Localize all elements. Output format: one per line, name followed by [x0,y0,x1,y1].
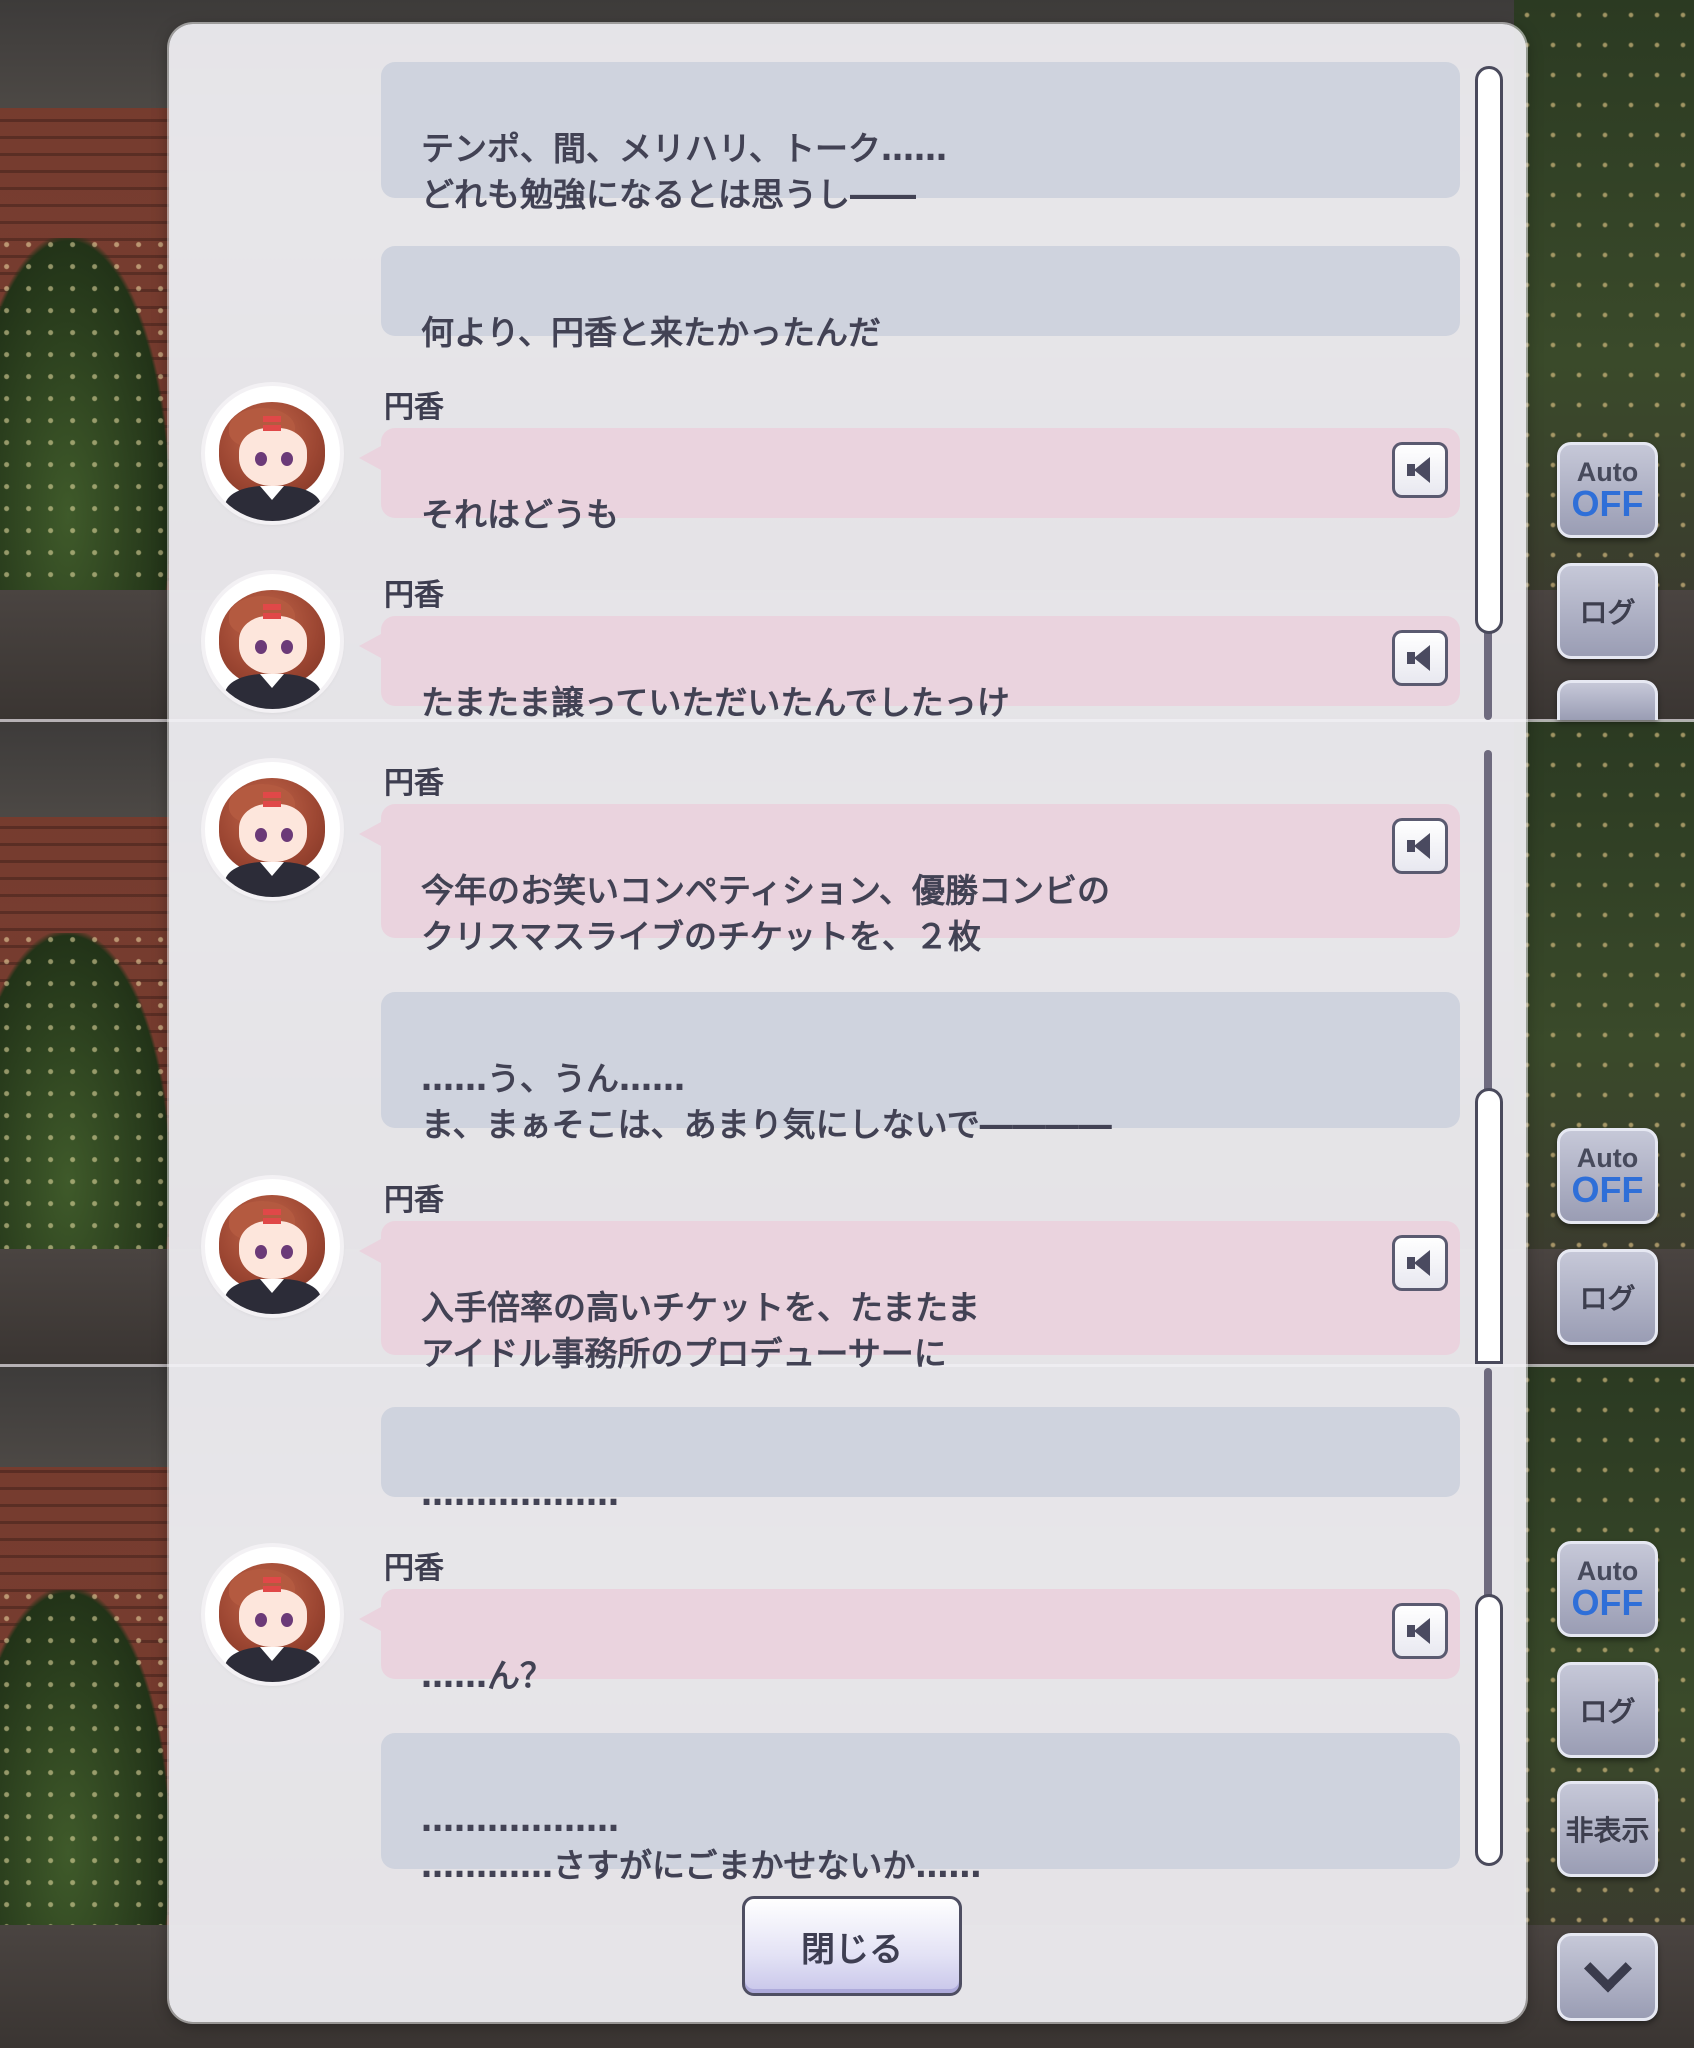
log-label: ログ [1579,1695,1636,1728]
scrollbar-thumb[interactable] [1475,1088,1503,1364]
character-avatar [205,762,340,897]
auto-state: OFF [1571,483,1644,524]
log-entry-spoken: ……ん？ [359,1589,1460,1695]
chevron-down-icon [1583,1944,1632,1993]
close-button[interactable]: 閉じる [742,1896,962,1996]
log-label: ログ [1579,1282,1636,1315]
message-text: テンポ、間、メリハリ、トーク…… どれも勉強になるとは思うし―― [421,129,948,214]
log-button[interactable]: ログ [1557,1249,1658,1345]
speaker-icon [1405,643,1435,673]
voice-replay-button[interactable] [1392,630,1448,686]
speaker-name: 円香 [384,1551,444,1586]
auto-label: Auto [1576,1143,1639,1173]
hide-button-partial[interactable] [1557,680,1658,720]
log-entry-spoken: たまたま譲っていただいたんでしたっけ [359,616,1460,722]
hide-button[interactable]: 非表示 [1557,1781,1658,1877]
hide-label: 非表示 [1565,1814,1650,1847]
auto-state: OFF [1571,1582,1644,1623]
auto-toggle-button[interactable]: Auto OFF [1557,442,1658,538]
message-text: ……ん？ [421,1656,553,1695]
speaker-name: 円香 [384,578,444,613]
character-avatar [205,1179,340,1314]
speaker-icon [1405,831,1435,861]
message-text: たまたま譲っていただいたんでしたっけ [421,683,1010,722]
log-entry-narration: ……う、うん…… ま、まぁそこは、あまり気にしないで―――― [381,992,1460,1144]
log-entry-narration: テンポ、間、メリハリ、トーク…… どれも勉強になるとは思うし―― [381,62,1460,214]
speaker-icon [1405,1248,1435,1278]
voice-replay-button[interactable] [1392,1235,1448,1291]
log-entry-spoken: それはどうも [359,428,1460,534]
auto-toggle-button[interactable]: Auto OFF [1557,1128,1658,1224]
scrollbar-thumb[interactable] [1475,1594,1503,1866]
auto-label: Auto [1576,1556,1639,1586]
message-text: 今年のお笑いコンペティション、優勝コンビの クリスマスライブのチケットを、２枚 [421,871,1111,956]
scrollbar-thumb[interactable] [1475,66,1503,634]
message-text: 入手倍率の高いチケットを、たまたま アイドル事務所のプロデューサーに [421,1288,981,1373]
auto-label: Auto [1576,457,1639,487]
speaker-name: 円香 [384,390,444,425]
speaker-icon [1405,1616,1435,1646]
auto-toggle-button[interactable]: Auto OFF [1557,1541,1658,1637]
voice-replay-button[interactable] [1392,818,1448,874]
log-entry-narration: 何より、円香と来たかったんだ [381,246,1460,352]
character-avatar [205,1547,340,1682]
log-label: ログ [1579,596,1636,629]
speaker-icon [1405,455,1435,485]
message-text: ……………… [421,1474,619,1513]
message-text: ……………… …………さすがにごまかせないか…… [421,1800,982,1885]
character-avatar [205,386,340,521]
message-text: それはどうも [421,495,619,534]
log-entry-narration: ……………… [381,1407,1460,1513]
log-entry-spoken: 入手倍率の高いチケットを、たまたま アイドル事務所のプロデューサーに [359,1221,1460,1373]
scroll-down-button[interactable] [1557,1933,1658,2021]
character-avatar [205,574,340,709]
voice-replay-button[interactable] [1392,1603,1448,1659]
speaker-name: 円香 [384,766,444,801]
message-text: ……う、うん…… ま、まぁそこは、あまり気にしないで―――― [421,1059,1112,1144]
log-button[interactable]: ログ [1557,1662,1658,1758]
message-text: 何より、円香と来たかったんだ [421,313,882,352]
auto-state: OFF [1571,1169,1644,1210]
log-entry-narration: ……………… …………さすがにごまかせないか…… [381,1733,1460,1885]
speaker-name: 円香 [384,1183,444,1218]
voice-replay-button[interactable] [1392,442,1448,498]
log-button[interactable]: ログ [1557,563,1658,659]
log-entry-spoken: 今年のお笑いコンペティション、優勝コンビの クリスマスライブのチケットを、２枚 [359,804,1460,956]
